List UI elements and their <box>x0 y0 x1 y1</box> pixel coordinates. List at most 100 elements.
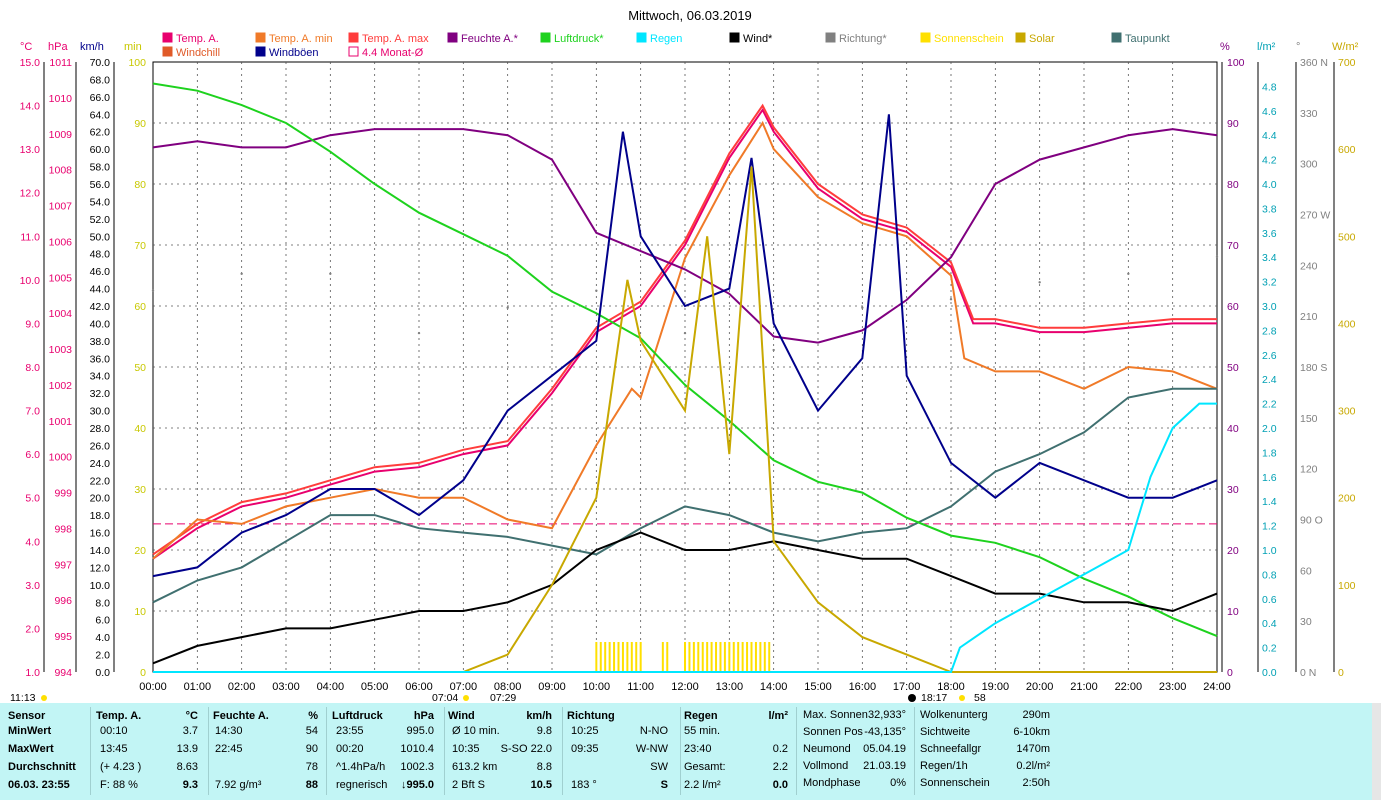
stat-value-a: 7.92 g/m³ <box>215 779 262 791</box>
tick-label-direction: 120 <box>1300 464 1318 476</box>
stat-sun-value: 32,933° <box>867 709 906 721</box>
legend-label: Wind* <box>743 33 773 45</box>
weather-chart-window: { "title": "Mittwoch, 06.03.2019", "lege… <box>0 0 1381 800</box>
time-tick-label: 16:00 <box>849 681 877 693</box>
stat-misc-value: 0.2l/m² <box>1016 760 1050 772</box>
tick-label-pressure: 997 <box>54 559 72 571</box>
stat-value-a: 00:10 <box>100 725 128 737</box>
stat-sun-value: 21.03.19 <box>863 760 906 772</box>
series-line-luftdruck- <box>152 82 1218 638</box>
legend-label: Sonnenschein <box>934 33 1004 45</box>
tick-label-wind: 8.0 <box>95 597 110 609</box>
stat-value-a: 10:35 <box>452 743 480 755</box>
unit-solar: W/m² <box>1332 41 1359 53</box>
direction-point <box>772 348 775 352</box>
tick-label-wind: 28.0 <box>90 423 111 435</box>
tick-label-wind: 54.0 <box>90 196 111 208</box>
tick-label-direction: 360 N <box>1300 57 1328 69</box>
tick-label-solar: 700 <box>1338 57 1356 69</box>
direction-point <box>240 272 243 276</box>
stat-header: Luftdruck <box>332 710 383 722</box>
stat-value-a: 22:45 <box>215 743 243 755</box>
legend-label: 4.4 Monat-Ø <box>362 47 424 59</box>
tick-label-rain: 1.2 <box>1262 521 1277 533</box>
legend-swatch <box>162 32 173 43</box>
legend-label: Feuchte A.* <box>461 33 519 45</box>
stat-separator <box>562 707 563 795</box>
tick-label-rain: 1.6 <box>1262 472 1277 484</box>
tick-label-wind: 42.0 <box>90 301 111 313</box>
stat-value-a: 00:20 <box>336 743 364 755</box>
tick-label-humidity: 20 <box>1227 545 1239 557</box>
stat-value-b: 1010.4 <box>400 743 434 755</box>
legend-label: Regen <box>650 33 682 45</box>
series-line-feuchte-a- <box>152 128 1218 344</box>
stat-misc-label: Schneefallgr <box>920 743 982 755</box>
stat-header: Temp. A. <box>96 710 142 722</box>
time-tick-label: 00:00 <box>139 681 167 693</box>
tick-label-wind: 56.0 <box>90 179 111 191</box>
direction-point <box>949 298 953 301</box>
tick-label-rain: 1.8 <box>1262 447 1277 459</box>
tick-label-wind: 70.0 <box>90 57 111 69</box>
stat-misc-value: 1470m <box>1016 743 1050 755</box>
tick-label-direction: 210 <box>1300 311 1318 323</box>
tick-label-rain: 3.0 <box>1262 301 1277 313</box>
sunset-label: 18:17 <box>921 692 947 703</box>
time-tick-label: 12:00 <box>671 681 699 693</box>
axes: 15.0 14.0 13.0 12.0 11.0 10.0 9.0 8.0 7.0 6.0 5.0 4… <box>20 57 1356 693</box>
tick-label-wind: 0.0 <box>95 667 110 679</box>
stat-value-b: 78 <box>305 761 318 773</box>
tick-label-rain: 3.8 <box>1262 203 1277 215</box>
stat-value-b: 2.2 <box>772 761 788 773</box>
legend-label: Taupunkt <box>1125 33 1170 45</box>
tick-label-temp: 14.0 <box>20 101 41 113</box>
tick-label-pressure: 1001 <box>49 416 73 428</box>
stat-header: hPa <box>413 710 434 722</box>
legend-label: Luftdruck* <box>554 33 604 45</box>
unit-rain: l/m² <box>1257 41 1276 53</box>
stat-value-b: 8.63 <box>176 761 198 773</box>
time-tick-label: 05:00 <box>361 681 389 693</box>
stat-separator <box>680 707 681 795</box>
stat-header: km/h <box>526 710 552 722</box>
stat-row-label: MinWert <box>8 725 52 737</box>
tick-label-pressure: 1003 <box>49 344 73 356</box>
tick-label-rain: 3.6 <box>1262 228 1277 240</box>
stat-header: l/m² <box>768 710 788 722</box>
tick-label-direction: 90 O <box>1300 515 1323 527</box>
tick-label-minutes: 100 <box>128 57 146 69</box>
tick-label-rain: 2.0 <box>1262 423 1277 435</box>
tick-label-direction: 60 <box>1300 565 1312 577</box>
tick-label-rain: 4.8 <box>1262 81 1277 93</box>
tick-label-temp: 10.0 <box>20 275 41 287</box>
time-tick-label: 15:00 <box>804 681 832 693</box>
moon-icon <box>908 694 916 702</box>
tick-label-temp: 15.0 <box>20 57 41 69</box>
stat-value-a: 23:55 <box>336 725 364 737</box>
tick-label-pressure: 1010 <box>49 93 73 105</box>
time-tick-label: 01:00 <box>184 681 212 693</box>
time-tick-label: 03:00 <box>272 681 300 693</box>
tick-label-wind: 6.0 <box>95 615 110 627</box>
tick-label-temp: 5.0 <box>25 493 40 505</box>
stat-header: Wind <box>448 710 475 722</box>
sunset-icon <box>959 695 965 701</box>
tick-label-rain: 2.8 <box>1262 325 1277 337</box>
tick-label-temp: 7.0 <box>25 406 40 418</box>
scrollbar[interactable] <box>1372 703 1381 800</box>
stat-misc-label: Regen/1h <box>920 760 968 772</box>
time-tick-label: 24:00 <box>1203 681 1231 693</box>
tick-label-wind: 34.0 <box>90 371 111 383</box>
stat-value-a: 09:35 <box>571 743 599 755</box>
time-tick-label: 22:00 <box>1115 681 1143 693</box>
stat-separator <box>326 707 327 795</box>
tick-label-humidity: 100 <box>1227 57 1245 69</box>
stat-sun-value: 0% <box>890 777 906 789</box>
sunrise2-label: 07:29 <box>490 692 516 703</box>
stat-header: Richtung <box>567 710 615 722</box>
tick-label-wind: 58.0 <box>90 162 111 174</box>
stat-value-a: 2.2 l/m² <box>684 779 721 791</box>
stat-value-b: 90 <box>305 743 318 755</box>
time-tick-label: 13:00 <box>716 681 744 693</box>
